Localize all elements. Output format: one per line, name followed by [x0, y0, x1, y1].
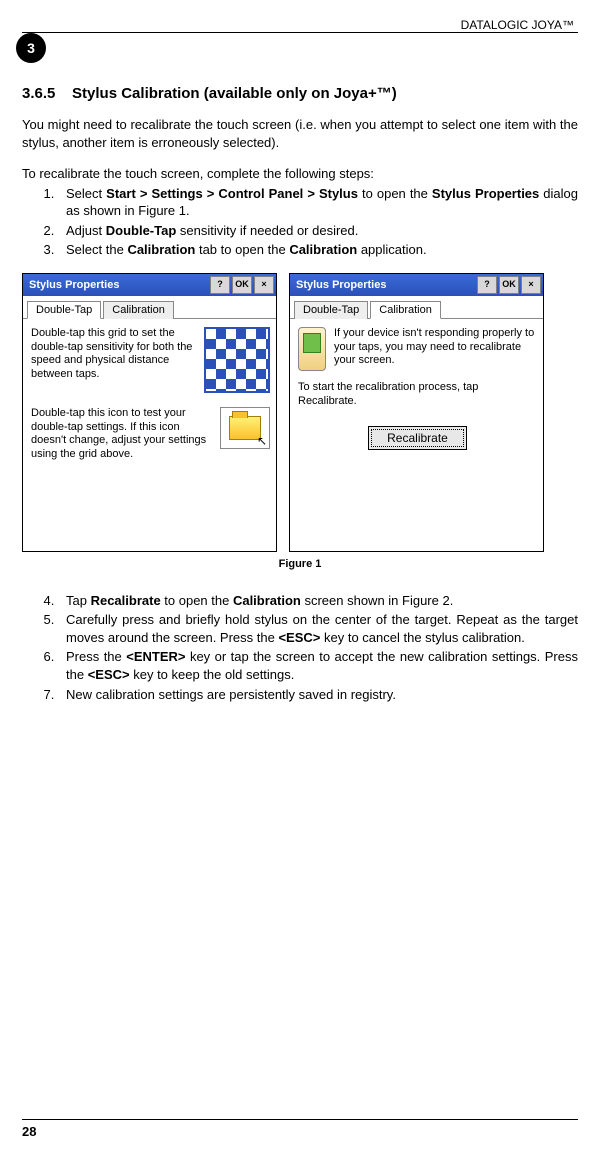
- list-item: Carefully press and briefly hold stylus …: [58, 611, 578, 646]
- tabs: Double-Tap Calibration: [290, 296, 543, 319]
- section-heading: 3.6.5 Stylus Calibration (available only…: [22, 85, 578, 102]
- ok-button[interactable]: OK: [499, 276, 519, 294]
- section-title: Stylus Calibration (available only on Jo…: [72, 85, 397, 102]
- help-button[interactable]: ?: [210, 276, 230, 294]
- double-tap-grid-icon[interactable]: [204, 327, 270, 393]
- recalibrate-button[interactable]: Recalibrate: [368, 426, 467, 450]
- titlebar: Stylus Properties ? OK ×: [290, 274, 543, 296]
- window-title: Stylus Properties: [29, 279, 210, 291]
- tab-calibration[interactable]: Calibration: [103, 301, 174, 319]
- section-number: 3.6.5: [22, 85, 55, 102]
- calibration-instruction-2: To start the recalibration process, tap …: [298, 381, 537, 409]
- grid-instruction: Double-tap this grid to set the double-t…: [31, 327, 196, 382]
- stylus-window-double-tap: Stylus Properties ? OK × Double-Tap Cali…: [22, 273, 277, 552]
- steps-list-b: Tap Recalibrate to open the Calibration …: [22, 592, 578, 703]
- tab-calibration[interactable]: Calibration: [370, 301, 441, 319]
- window-title: Stylus Properties: [296, 279, 477, 291]
- titlebar: Stylus Properties ? OK ×: [23, 274, 276, 296]
- test-icon[interactable]: ↖: [220, 407, 270, 449]
- list-item: Select the Calibration tab to open the C…: [58, 241, 578, 259]
- stylus-window-calibration: Stylus Properties ? OK × Double-Tap Cali…: [289, 273, 544, 552]
- figure-row: Stylus Properties ? OK × Double-Tap Cali…: [22, 273, 578, 552]
- device-icon: [298, 327, 326, 371]
- close-button[interactable]: ×: [521, 276, 541, 294]
- cursor-icon: ↖: [257, 434, 267, 448]
- ok-button[interactable]: OK: [232, 276, 252, 294]
- list-item: Tap Recalibrate to open the Calibration …: [58, 592, 578, 610]
- list-item: Select Start > Settings > Control Panel …: [58, 185, 578, 220]
- calibration-instruction-1: If your device isn't responding properly…: [334, 327, 537, 368]
- tab-double-tap[interactable]: Double-Tap: [27, 301, 101, 319]
- list-item: Press the <ENTER> key or tap the screen …: [58, 648, 578, 683]
- intro-paragraph: You might need to recalibrate the touch …: [22, 116, 578, 151]
- list-item: Adjust Double-Tap sensitivity if needed …: [58, 222, 578, 240]
- tabs: Double-Tap Calibration: [23, 296, 276, 319]
- header-rule: [22, 32, 578, 33]
- close-button[interactable]: ×: [254, 276, 274, 294]
- steps-lead: To recalibrate the touch screen, complet…: [22, 165, 578, 183]
- page-footer: 28: [22, 1119, 578, 1139]
- help-button[interactable]: ?: [477, 276, 497, 294]
- page-number: 28: [22, 1124, 36, 1139]
- figure-caption: Figure 1: [22, 558, 578, 570]
- running-head: DATALOGIC JOYA™: [22, 18, 574, 32]
- tab-double-tap[interactable]: Double-Tap: [294, 301, 368, 319]
- steps-list-a: Select Start > Settings > Control Panel …: [22, 185, 578, 259]
- test-instruction: Double-tap this icon to test your double…: [31, 407, 212, 462]
- list-item: New calibration settings are persistentl…: [58, 686, 578, 704]
- chapter-badge: 3: [16, 33, 46, 63]
